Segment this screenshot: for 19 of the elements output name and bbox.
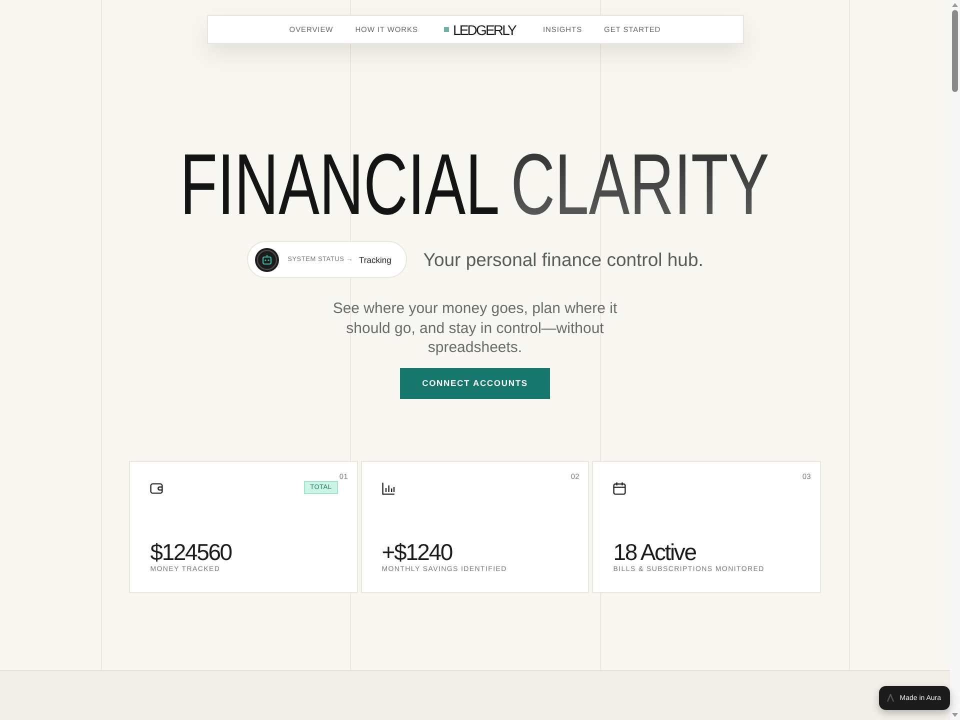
connect-accounts-button[interactable]: CONNECT ACCOUNTS [400, 368, 550, 398]
status-value: Tracking [359, 254, 392, 264]
stat-value: $124560 [150, 538, 233, 564]
description-text: See where your money goes, plan where it should go, and stay in control—without spreadsheets. [332, 299, 618, 358]
scrollbar[interactable] [950, 0, 960, 720]
scroll-down-icon[interactable] [952, 713, 958, 717]
robot-icon [254, 248, 279, 272]
scrollbar-thumb[interactable] [952, 10, 958, 92]
wallet-icon [150, 482, 164, 494]
stat-value: +$1240 [382, 538, 454, 564]
headline-text: FINANCIAL [180, 142, 500, 228]
tagline-text: Your personal finance control hub. [423, 248, 704, 270]
calendar-icon [613, 482, 626, 494]
scroll-up-icon[interactable] [952, 3, 958, 7]
stat-value: 18 Active [613, 538, 697, 564]
brand-logo[interactable]: LEDGERLY [452, 22, 518, 38]
bar-chart-icon [382, 482, 395, 494]
square-logo-icon [444, 27, 449, 32]
triangle-logo-icon [886, 694, 894, 702]
